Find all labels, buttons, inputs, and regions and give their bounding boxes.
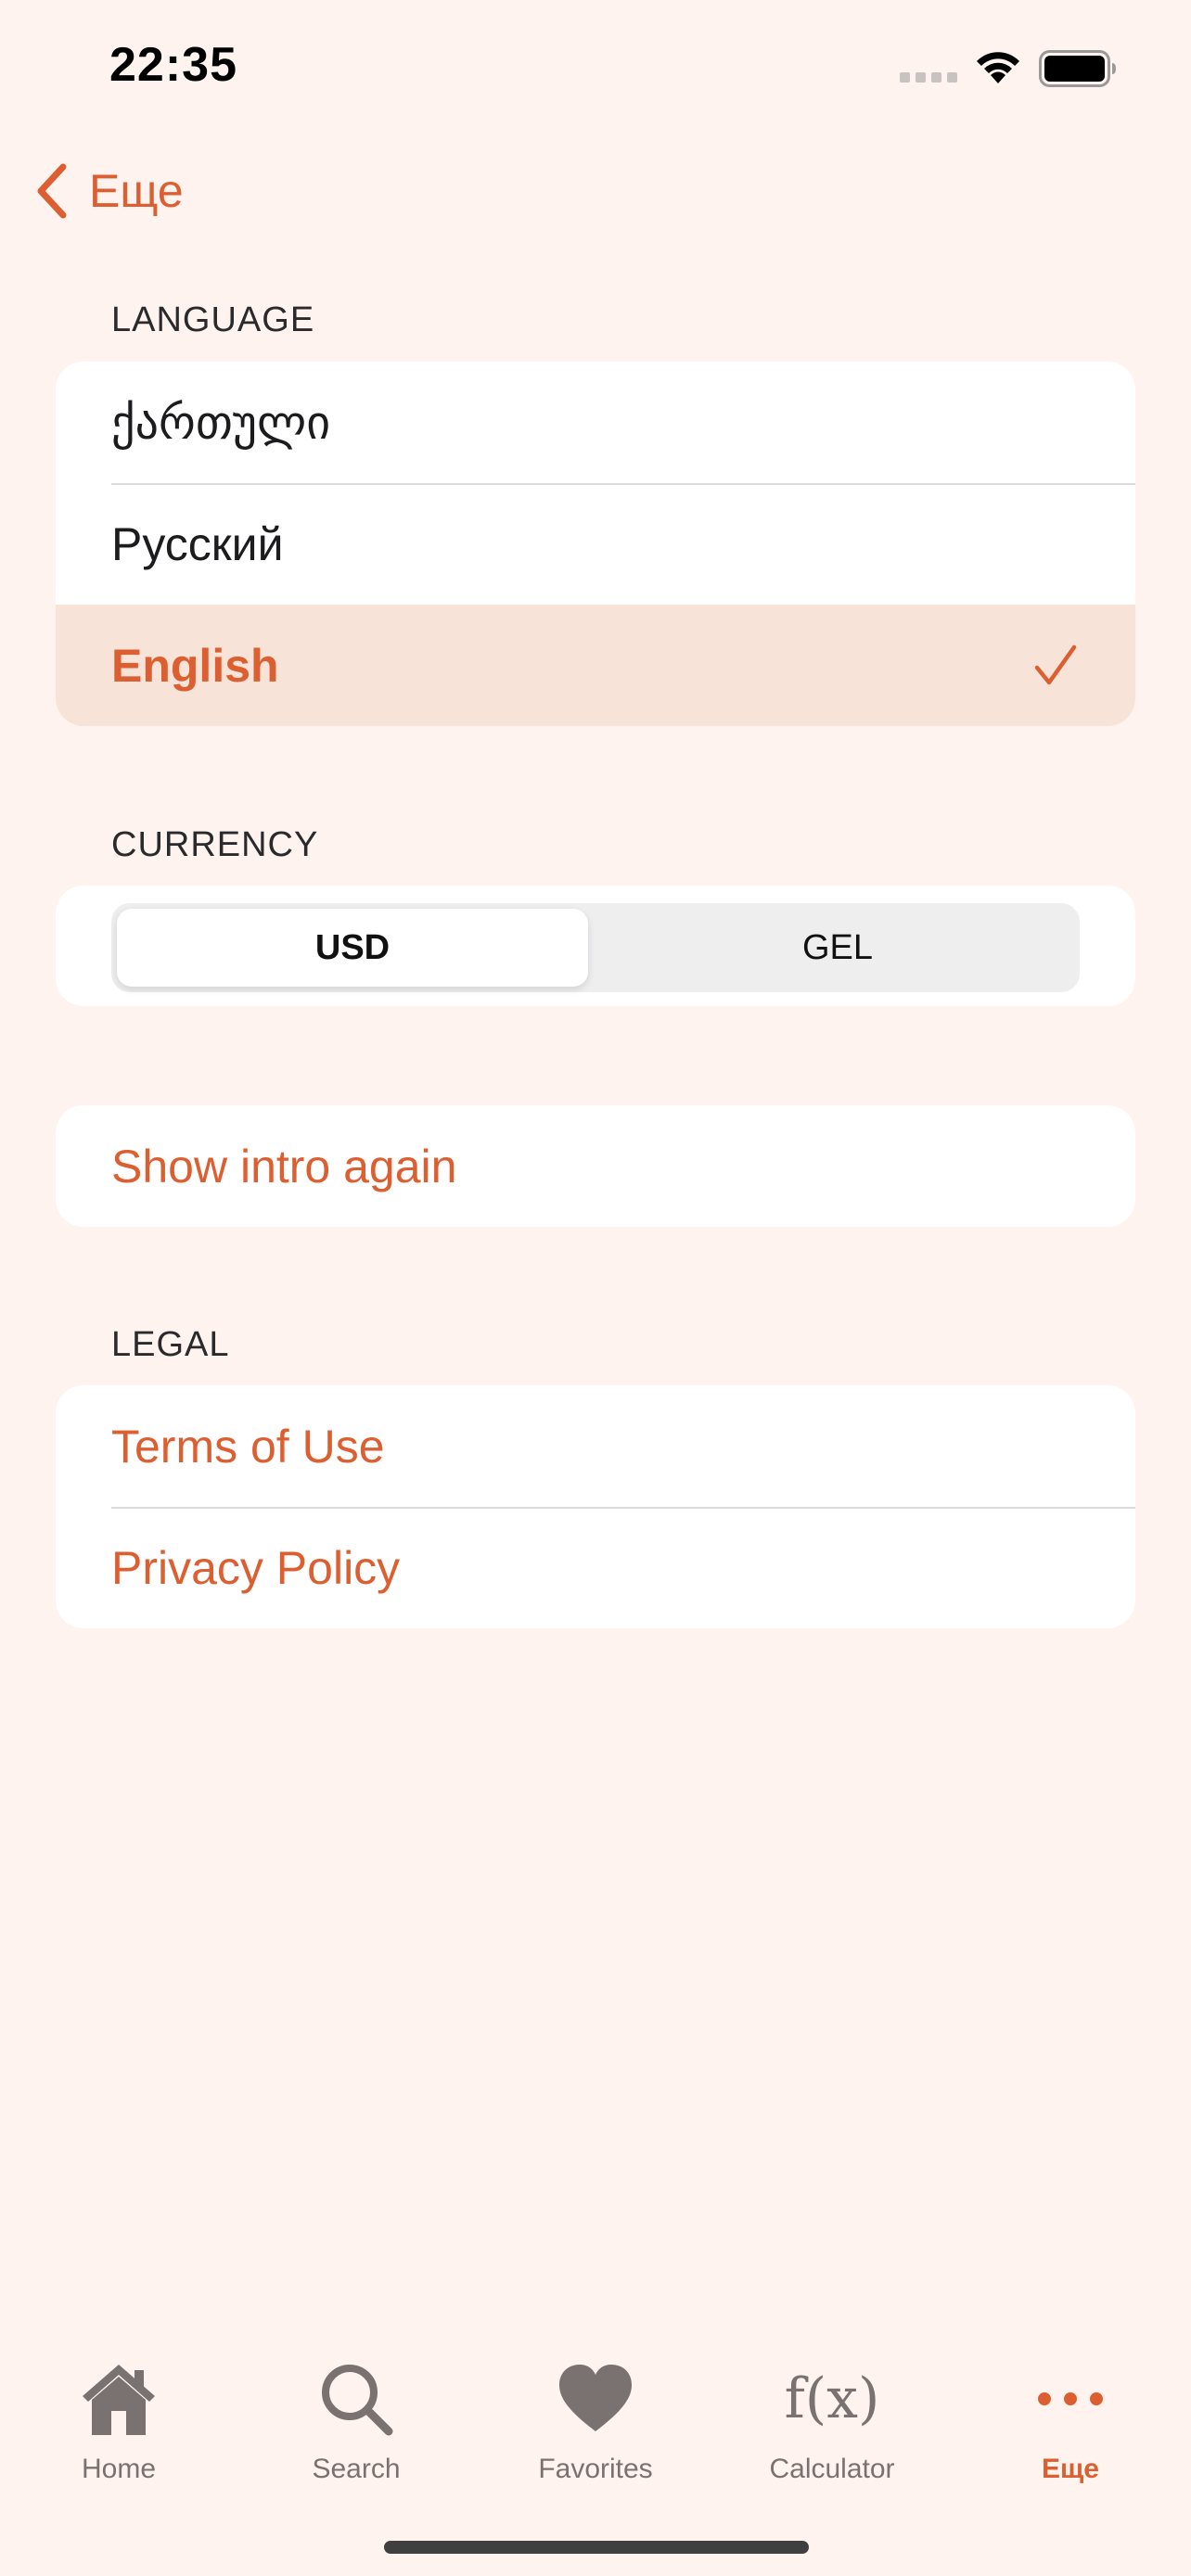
currency-group: GEL USD — [56, 886, 1135, 1006]
terms-of-use-link[interactable]: Terms of Use — [56, 1385, 1135, 1507]
tab-favorites[interactable]: Favorites — [503, 2357, 688, 2485]
language-option-label: Русский — [111, 517, 284, 570]
tab-calculator[interactable]: f(x) Calculator — [739, 2357, 925, 2485]
status-bar: 22:35 — [0, 0, 1191, 139]
language-option-english[interactable]: English — [56, 605, 1135, 726]
language-list: ქართული Русский English — [56, 362, 1135, 726]
wifi-icon — [977, 52, 1019, 83]
tab-search[interactable]: Search — [263, 2357, 449, 2485]
house-icon — [83, 2365, 155, 2435]
magnifier-icon — [322, 2365, 393, 2436]
chevron-left-icon — [37, 163, 67, 219]
privacy-policy-link[interactable]: Privacy Policy — [56, 1507, 1135, 1628]
legal-item-label: Privacy Policy — [111, 1541, 401, 1594]
language-option-label: ქართული — [111, 396, 331, 449]
language-option-label: English — [111, 639, 279, 692]
legal-section-header: LEGAL — [111, 1325, 230, 1364]
language-section-header: LANGUAGE — [111, 300, 315, 339]
language-option-georgian[interactable]: ქართული — [56, 362, 1135, 483]
legal-item-label: Terms of Use — [111, 1420, 385, 1473]
tab-more[interactable]: Еще — [978, 2357, 1163, 2485]
heart-icon — [559, 2365, 632, 2431]
show-intro-again-button[interactable]: Show intro again — [56, 1105, 1135, 1227]
tab-label: Еще — [1041, 2454, 1099, 2484]
battery-icon — [1039, 50, 1116, 87]
home-indicator[interactable] — [384, 2541, 809, 2554]
show-intro-label: Show intro again — [111, 1140, 457, 1192]
legal-list: Terms of Use Privacy Policy — [56, 1385, 1135, 1628]
currency-segment-usd[interactable]: USD — [117, 909, 588, 987]
intro-group: Show intro again — [56, 1105, 1135, 1227]
more-dots-icon — [1038, 2392, 1103, 2405]
status-time: 22:35 — [109, 38, 237, 92]
tab-home[interactable]: Home — [26, 2357, 211, 2485]
currency-segmented-control: GEL USD — [111, 903, 1080, 992]
currency-segment-gel[interactable]: GEL — [596, 903, 1080, 992]
tab-label: Favorites — [538, 2454, 653, 2484]
tab-label: Search — [312, 2454, 401, 2484]
back-button[interactable]: Еще — [33, 158, 184, 224]
tab-label: Calculator — [769, 2454, 895, 2484]
function-fx-icon: f(x) — [784, 2366, 880, 2431]
back-label: Еще — [89, 165, 184, 217]
cellular-signal-icon — [900, 72, 959, 83]
language-option-russian[interactable]: Русский — [56, 483, 1135, 605]
checkmark-icon — [1034, 644, 1077, 685]
tab-label: Home — [81, 2454, 157, 2484]
currency-section-header: CURRENCY — [111, 825, 319, 864]
